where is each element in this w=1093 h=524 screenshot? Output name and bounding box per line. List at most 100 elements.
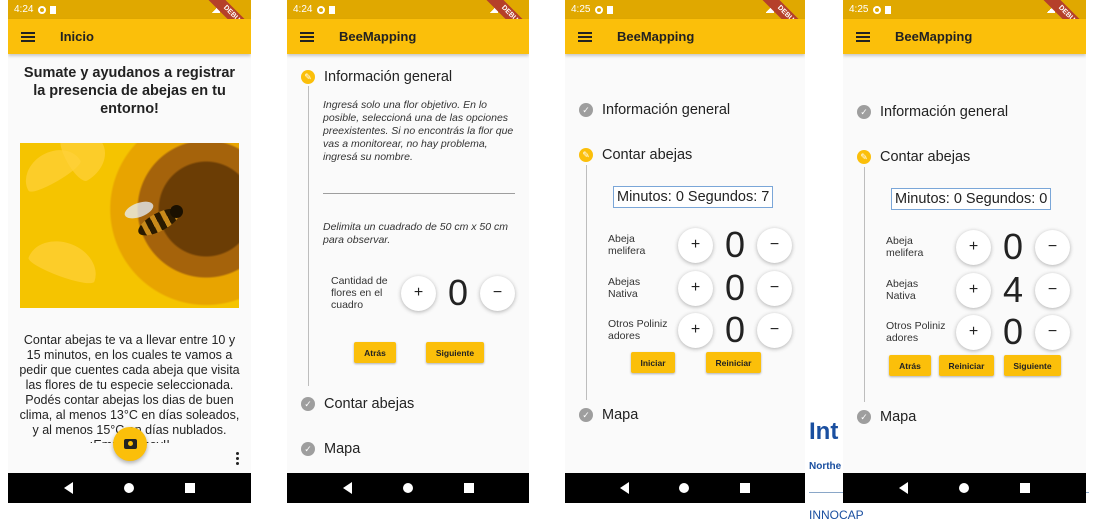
counter-label: Abeja melifera: [886, 235, 924, 259]
status-time: 4:24: [293, 4, 313, 15]
app-bar: BeeMapping: [565, 19, 805, 54]
counter-abejas-nativa: Abejas Nativa + 0 −: [608, 267, 792, 309]
step-title: Mapa: [324, 441, 361, 457]
step-informacion-general[interactable]: ✓ Información general: [857, 104, 1008, 120]
counter-abeja-melifera: Abeja melifera + 0 −: [608, 224, 792, 266]
stepper-line: [586, 165, 587, 400]
menu-icon[interactable]: [300, 31, 314, 42]
menu-icon[interactable]: [21, 31, 35, 42]
edit-pencil-icon: ✎: [857, 150, 871, 164]
increment-button[interactable]: +: [956, 229, 991, 265]
increment-button[interactable]: +: [401, 275, 436, 311]
decrement-button[interactable]: −: [757, 227, 792, 263]
start-button[interactable]: Iniciar: [631, 352, 675, 373]
counter-value: 0: [1002, 311, 1024, 352]
increment-button[interactable]: +: [956, 314, 991, 350]
nav-home-icon[interactable]: [123, 483, 134, 493]
settings-status-icon: [317, 5, 326, 14]
step-contar-abejas[interactable]: ✎ Contar abejas: [857, 149, 970, 165]
check-icon: ✓: [857, 410, 871, 424]
more-options-icon[interactable]: [236, 452, 239, 465]
status-bar: 4:25 DEBUG: [843, 0, 1086, 49]
edit-pencil-icon: ✎: [301, 70, 315, 84]
decrement-button[interactable]: −: [1035, 272, 1070, 308]
increment-button[interactable]: +: [956, 272, 991, 308]
app-bar: BeeMapping: [287, 19, 529, 54]
nav-home-icon[interactable]: [402, 483, 413, 493]
increment-button[interactable]: +: [678, 312, 713, 348]
sd-card-status-icon: [50, 5, 57, 14]
step-title: Información general: [602, 102, 731, 118]
step-title: Contar abejas: [602, 147, 693, 163]
check-icon: ✓: [579, 103, 593, 117]
step-contar-abejas[interactable]: ✎ Contar abejas: [579, 147, 692, 163]
counter-label: Abeja melifera: [608, 233, 646, 257]
back-button[interactable]: Atrás: [889, 355, 931, 376]
stepper-line: [308, 86, 309, 386]
check-icon: ✓: [301, 397, 315, 411]
camera-fab-button[interactable]: [113, 427, 147, 461]
next-button[interactable]: Siguiente: [1004, 355, 1061, 376]
headline: Sumate y ayudanos a registrar la presenc…: [23, 65, 236, 117]
counter-otros-polinizadores: Otros Polinizadores + 0 −: [886, 311, 1070, 353]
decrement-button[interactable]: −: [1035, 229, 1070, 265]
decrement-button[interactable]: −: [757, 270, 792, 306]
settings-status-icon: [38, 5, 47, 14]
nav-back-icon[interactable]: [620, 482, 630, 494]
decrement-button[interactable]: −: [757, 312, 792, 348]
counter-value: 0: [724, 224, 746, 265]
menu-icon[interactable]: [856, 31, 870, 42]
flower-counter: Cantidad de flores en el cuadro + 0 −: [331, 272, 515, 314]
step-mapa[interactable]: ✓ Mapa: [857, 409, 916, 425]
app-bar: BeeMapping: [843, 19, 1086, 54]
step-title: Contar abejas: [880, 149, 971, 165]
counter-label: Cantidad de flores en el cuadro: [331, 275, 388, 311]
nav-recents-icon[interactable]: [1020, 483, 1031, 493]
decrement-button[interactable]: −: [1035, 314, 1070, 350]
step-mapa[interactable]: ✓ Mapa: [579, 407, 638, 423]
page-title: BeeMapping: [339, 29, 417, 44]
phone-screen-info-general: 4:24 DEBUG BeeMapping ✎ Información gene…: [287, 0, 529, 503]
reset-button[interactable]: Reiniciar: [939, 355, 994, 376]
nav-back-icon[interactable]: [342, 482, 352, 494]
counter-value: 0: [1002, 226, 1024, 267]
counter-value: 0: [447, 272, 469, 313]
step-informacion-general[interactable]: ✓ Información general: [579, 102, 730, 118]
nav-recents-icon[interactable]: [463, 483, 474, 493]
counter-label: Otros Polinizadores: [608, 318, 668, 342]
phone-screen-contar-abejas-running: 4:25 DEBUG BeeMapping ✓ Información gene…: [565, 0, 805, 503]
step-informacion-general[interactable]: ✎ Información general: [301, 69, 452, 85]
back-button[interactable]: Atrás: [354, 342, 396, 363]
nav-home-icon[interactable]: [679, 483, 690, 493]
sd-card-status-icon: [607, 5, 614, 14]
increment-button[interactable]: +: [678, 227, 713, 263]
step-title: Mapa: [880, 409, 917, 425]
step-title: Información general: [880, 104, 1009, 120]
status-time: 4:24: [14, 4, 34, 15]
square-instructions-text: Delimita un cuadrado de 50 cm x 50 cm pa…: [323, 221, 509, 246]
nav-home-icon[interactable]: [958, 483, 969, 493]
nav-recents-icon[interactable]: [739, 483, 750, 493]
counter-otros-polinizadores: Otros Polinizadores + 0 −: [608, 309, 792, 351]
status-bar: 4:24 DEBUG: [8, 0, 251, 49]
flower-input-underline[interactable]: [323, 193, 515, 194]
system-nav-bar: [287, 473, 529, 503]
background-text-fragment: Int: [809, 418, 839, 445]
nav-recents-icon[interactable]: [185, 483, 196, 493]
reset-button[interactable]: Reiniciar: [706, 352, 761, 373]
increment-button[interactable]: +: [678, 270, 713, 306]
next-button[interactable]: Siguiente: [426, 342, 484, 363]
sunflower-bee-image: [20, 143, 239, 308]
step-mapa[interactable]: ✓ Mapa: [301, 441, 360, 457]
step-contar-abejas[interactable]: ✓ Contar abejas: [301, 396, 414, 412]
decrement-button[interactable]: −: [480, 275, 515, 311]
step-title: Mapa: [602, 407, 639, 423]
nav-back-icon[interactable]: [63, 482, 73, 494]
menu-icon[interactable]: [578, 31, 592, 42]
counter-label: Abejas Nativa: [886, 278, 919, 302]
nav-back-icon[interactable]: [898, 482, 908, 494]
counter-value: 0: [724, 267, 746, 308]
settings-status-icon: [873, 5, 882, 14]
counter-label: Otros Polinizadores: [886, 320, 946, 344]
system-nav-bar: [565, 473, 805, 503]
